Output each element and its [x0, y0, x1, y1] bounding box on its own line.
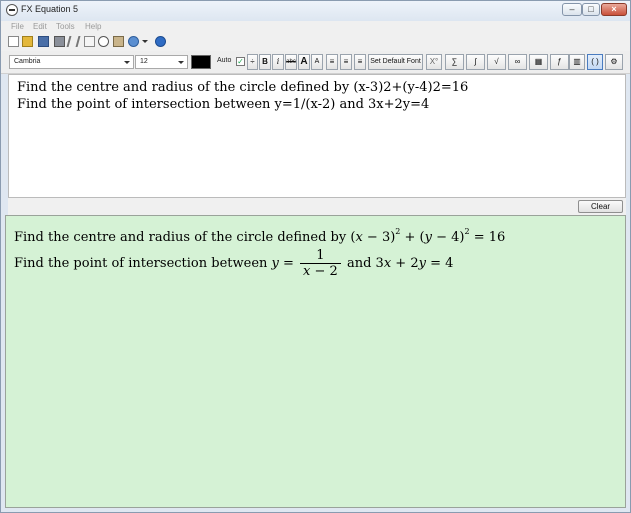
math-variable: y	[271, 256, 279, 271]
title-bar: FX Equation 5 ‒ □ ×	[1, 1, 630, 21]
output-text: + (	[400, 230, 425, 245]
app-window: FX Equation 5 ‒ □ × File Edit Tools Help…	[0, 0, 631, 513]
window-title: FX Equation 5	[21, 4, 79, 14]
copy-icon[interactable]	[84, 36, 95, 47]
math-exponent: 2	[464, 227, 470, 236]
graph-icon[interactable]	[128, 36, 139, 47]
grow-font-button[interactable]: A	[298, 54, 310, 70]
print-icon[interactable]	[54, 36, 65, 47]
maximize-button[interactable]: □	[582, 3, 600, 16]
output-text: Find the point of intersection between	[14, 256, 272, 271]
app-logo-icon	[6, 4, 18, 16]
clear-bar: Clear	[8, 198, 626, 215]
font-select[interactable]: Cambria	[9, 55, 134, 69]
integral-icon[interactable]: ∫	[466, 54, 485, 70]
paste-icon[interactable]	[113, 36, 124, 47]
new-icon[interactable]	[8, 36, 19, 47]
strikethrough-button[interactable]: abc	[285, 54, 297, 70]
sum-icon[interactable]: ∑	[445, 54, 464, 70]
menu-bar: File Edit Tools Help	[1, 21, 630, 34]
function-icon[interactable]: ƒ	[550, 54, 569, 70]
output-text: and 3	[342, 256, 384, 271]
menu-help[interactable]: Help	[85, 22, 101, 31]
brackets-icon[interactable]: ( )	[587, 54, 603, 70]
editor-line: Find the point of intersection between y…	[17, 97, 430, 112]
math-variable: y	[424, 230, 432, 245]
save-icon[interactable]	[38, 36, 49, 47]
fraction-button[interactable]: ÷	[247, 54, 258, 70]
chevron-down-icon	[178, 61, 184, 64]
limit-icon[interactable]: ∞	[508, 54, 527, 70]
graph-dropdown-icon[interactable]	[142, 40, 148, 43]
menu-edit[interactable]: Edit	[33, 22, 47, 31]
output-text: − 4)	[431, 230, 465, 245]
output-text: = 4	[425, 256, 454, 271]
close-button[interactable]: ×	[601, 3, 627, 16]
clear-button[interactable]: Clear	[578, 200, 623, 213]
math-fraction: 1x − 2	[300, 248, 341, 279]
equation-input-editor[interactable]: Find the centre and radius of the circle…	[8, 74, 626, 198]
auto-label: Auto	[217, 57, 232, 64]
font-select-value: Cambria	[14, 58, 41, 65]
table-icon[interactable]: ▥	[569, 54, 585, 70]
degree-button[interactable]: X°	[426, 54, 442, 70]
align-right-button[interactable]: ≡	[354, 54, 366, 70]
minimize-button[interactable]: ‒	[562, 3, 582, 16]
output-text: = 16	[469, 230, 506, 245]
output-text: Find the centre and radius of the circle…	[14, 230, 351, 245]
matrix-icon[interactable]: ▦	[529, 54, 548, 70]
font-size-value: 12	[140, 58, 148, 65]
menu-tools[interactable]: Tools	[56, 22, 75, 31]
output-line-2: Find the point of intersection between y…	[14, 248, 453, 279]
bold-button[interactable]: B	[259, 54, 271, 70]
text-color-swatch[interactable]	[191, 55, 211, 69]
preview-icon[interactable]	[98, 36, 109, 47]
output-text: + 2	[391, 256, 419, 271]
settings-icon[interactable]: ⚙	[605, 54, 623, 70]
math-exponent: 2	[395, 227, 401, 236]
rendered-output-panel: Find the centre and radius of the circle…	[5, 215, 626, 508]
fraction-numerator: 1	[300, 248, 341, 264]
format-toolbar: Cambria 12 Auto ✓ ÷ B i abc A A ≡ ≡ ≡ Se…	[1, 51, 630, 74]
fraction-denominator: x − 2	[300, 264, 341, 279]
math-variable: x	[355, 230, 363, 245]
align-center-button[interactable]: ≡	[340, 54, 352, 70]
output-text: − 3)	[362, 230, 396, 245]
output-text: =	[278, 256, 299, 271]
align-left-button[interactable]: ≡	[326, 54, 338, 70]
help-icon[interactable]	[155, 36, 166, 47]
output-text: − 2	[310, 264, 338, 279]
root-icon[interactable]: √	[487, 54, 506, 70]
standard-toolbar	[1, 34, 630, 51]
editor-line: Find the centre and radius of the circle…	[17, 80, 469, 95]
chevron-down-icon	[124, 61, 130, 64]
italic-button[interactable]: i	[272, 54, 284, 70]
cut-icon[interactable]	[66, 36, 81, 47]
output-line-1: Find the centre and radius of the circle…	[14, 227, 506, 245]
set-default-font-button[interactable]: Set Default Font	[368, 54, 423, 70]
open-icon[interactable]	[22, 36, 33, 47]
auto-checkbox[interactable]: ✓	[236, 57, 245, 66]
font-size-select[interactable]: 12	[135, 55, 188, 69]
math-variable: y	[418, 256, 426, 271]
menu-file[interactable]: File	[11, 22, 24, 31]
shrink-font-button[interactable]: A	[311, 54, 323, 70]
